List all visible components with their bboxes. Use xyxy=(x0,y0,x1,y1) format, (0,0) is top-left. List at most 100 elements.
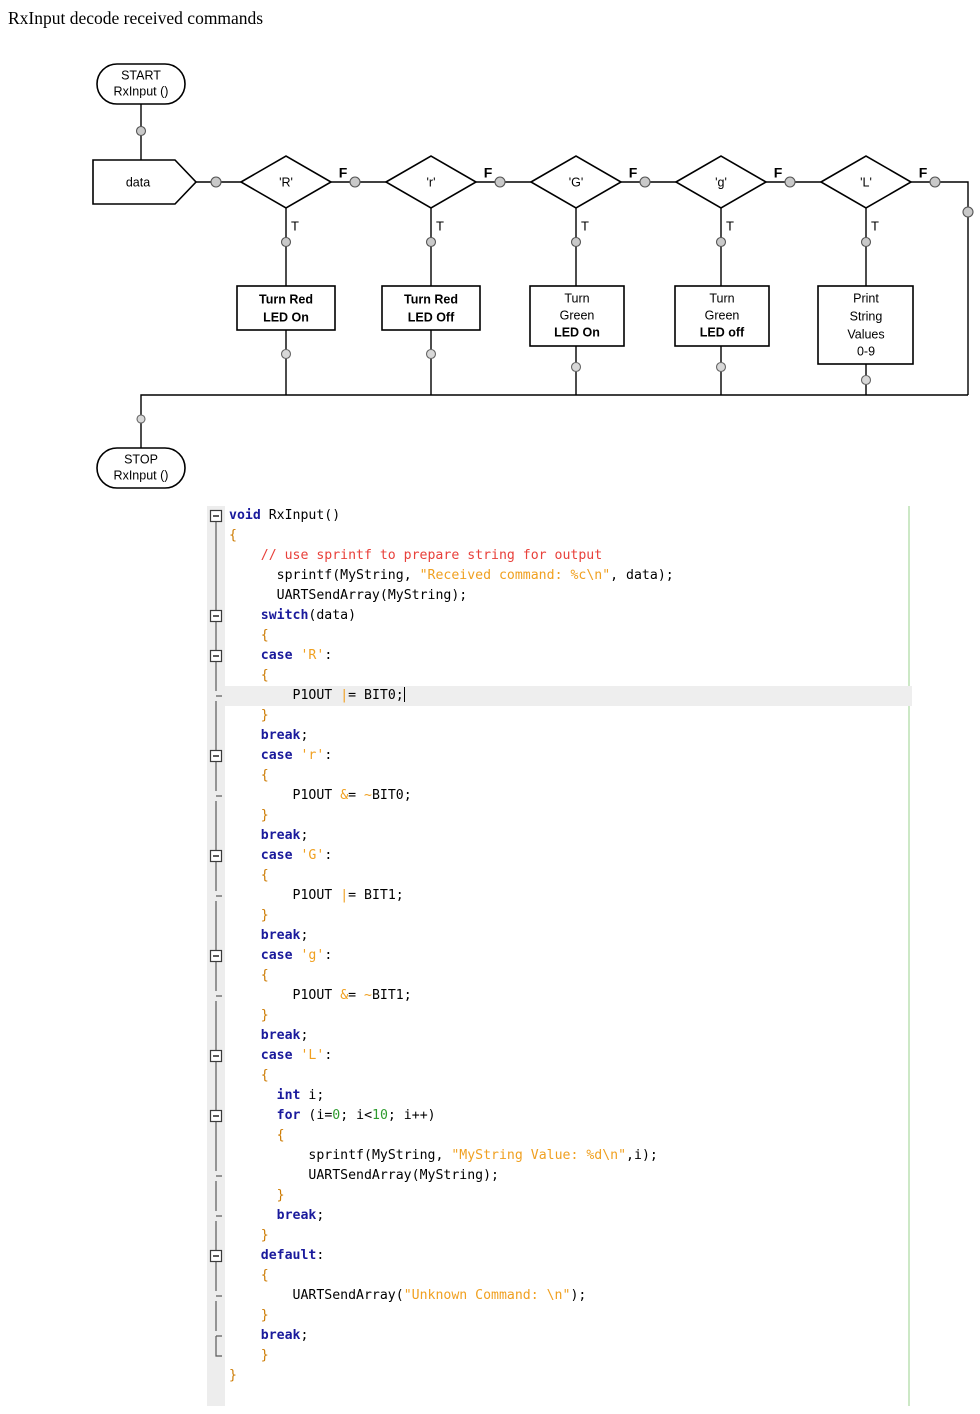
fold-spine-tail xyxy=(215,1336,222,1357)
flowchart-action-turn-red-led-on: Turn Red LED On xyxy=(236,285,336,331)
edge-label-false: F xyxy=(919,165,928,181)
code-line[interactable]: break; xyxy=(225,1206,980,1226)
code-line[interactable]: switch(data) xyxy=(225,606,980,626)
code-line[interactable]: } xyxy=(225,706,980,726)
code-line[interactable]: { xyxy=(225,526,980,546)
code-line[interactable]: case 'R': xyxy=(225,646,980,666)
edge-label-true: T xyxy=(871,218,879,233)
flowchart-action-turn-red-led-off: Turn Red LED Off xyxy=(381,285,481,331)
edge-label-false: F xyxy=(774,165,783,181)
fold-collapse-box[interactable] xyxy=(209,609,223,623)
code-line[interactable]: sprintf(MyString, "Received command: %c\… xyxy=(225,566,980,586)
code-line[interactable]: case 'r': xyxy=(225,746,980,766)
fold-collapse-box[interactable] xyxy=(209,649,223,663)
code-line[interactable]: } xyxy=(225,906,980,926)
connector-dot xyxy=(715,236,727,248)
data-node-label: data xyxy=(126,175,150,189)
code-line[interactable]: break; xyxy=(225,726,980,746)
code-line[interactable]: break; xyxy=(225,926,980,946)
flowchart-diagram: START RxInput () data 'R' F T Turn Red L… xyxy=(0,44,980,494)
code-line[interactable]: { xyxy=(225,626,980,646)
code-line[interactable]: } xyxy=(225,1366,980,1386)
connector-dot xyxy=(349,176,361,188)
code-line[interactable]: { xyxy=(225,966,980,986)
connector-dot xyxy=(425,348,437,360)
flowchart-action-print-string-values: Print String Values 0-9 xyxy=(817,285,914,365)
code-line[interactable]: UARTSendArray(MyString); xyxy=(225,586,980,606)
flowchart-decision-r: 'r' F T xyxy=(384,155,493,233)
code-line[interactable]: // use sprintf to prepare string for out… xyxy=(225,546,980,566)
edge-label-false: F xyxy=(484,165,493,181)
connector-dot xyxy=(280,236,292,248)
code-line[interactable]: } xyxy=(225,1006,980,1026)
flowchart-stop-node: STOP RxInput () xyxy=(96,447,186,489)
process-line-1: Print xyxy=(853,291,879,305)
code-line[interactable]: break; xyxy=(225,1326,980,1346)
code-line[interactable]: case 'L': xyxy=(225,1046,980,1066)
code-line[interactable]: void RxInput() xyxy=(225,506,980,526)
code-line[interactable]: case 'g': xyxy=(225,946,980,966)
flowchart-start-node: START RxInput () xyxy=(96,63,186,105)
process-line-2: LED On xyxy=(263,310,309,324)
code-line[interactable]: case 'G': xyxy=(225,846,980,866)
fold-collapse-box[interactable] xyxy=(209,949,223,963)
connector-dot xyxy=(570,361,582,373)
flowchart-canvas: START RxInput () data 'R' F T Turn Red L… xyxy=(92,63,974,489)
start-node-line1: START xyxy=(121,68,161,82)
fold-collapse-box[interactable] xyxy=(209,849,223,863)
edge-label-true: T xyxy=(436,218,444,233)
code-line[interactable]: { xyxy=(225,1066,980,1086)
code-line[interactable]: P1OUT &= ~BIT0; xyxy=(225,786,980,806)
process-line-2: Green xyxy=(560,308,595,322)
process-line-1: Turn Red xyxy=(404,292,458,306)
code-line[interactable]: { xyxy=(225,1126,980,1146)
code-line[interactable]: } xyxy=(225,1346,980,1366)
connector-dot xyxy=(135,125,147,137)
code-line[interactable]: } xyxy=(225,1306,980,1326)
process-line-1: Turn Red xyxy=(259,292,313,306)
code-text-area[interactable]: void RxInput(){ // use sprintf to prepar… xyxy=(225,506,980,1386)
code-line[interactable]: int i; xyxy=(225,1086,980,1106)
code-line[interactable]: UARTSendArray(MyString); xyxy=(225,1166,980,1186)
stop-node-line2: RxInput () xyxy=(114,468,169,482)
code-line[interactable]: break; xyxy=(225,1026,980,1046)
code-line-current[interactable]: P1OUT |= BIT0; xyxy=(225,686,912,706)
fold-collapse-box[interactable] xyxy=(209,1109,223,1123)
connector-final-false-branch xyxy=(911,181,969,395)
code-line[interactable]: P1OUT |= BIT1; xyxy=(225,886,980,906)
join-bus-line xyxy=(140,394,968,448)
connector-dot xyxy=(715,361,727,373)
process-line-2: String xyxy=(850,309,883,323)
code-line[interactable]: { xyxy=(225,866,980,886)
connector-dot xyxy=(860,236,872,248)
connector-dot xyxy=(280,348,292,360)
flowchart-decision-g: 'g' F T xyxy=(674,155,783,233)
code-line[interactable]: sprintf(MyString, "MyString Value: %d\n"… xyxy=(225,1146,980,1166)
code-line[interactable]: { xyxy=(225,766,980,786)
fold-collapse-box[interactable] xyxy=(209,509,223,523)
code-line[interactable]: UARTSendArray("Unknown Command: \n"); xyxy=(225,1286,980,1306)
code-line[interactable]: default: xyxy=(225,1246,980,1266)
flowchart-decision-L: 'L' F T xyxy=(819,155,928,233)
connector-dot xyxy=(210,176,222,188)
flowchart-decision-G: 'G' F T xyxy=(529,155,638,233)
code-line[interactable]: for (i=0; i<10; i++) xyxy=(225,1106,980,1126)
stop-node-line1: STOP xyxy=(124,452,158,466)
process-line-1: Turn xyxy=(709,291,734,305)
code-line[interactable]: P1OUT &= ~BIT1; xyxy=(225,986,980,1006)
code-line[interactable]: { xyxy=(225,666,980,686)
decision-label: 'r' xyxy=(427,175,436,189)
code-line[interactable]: } xyxy=(225,1226,980,1246)
connector-dot xyxy=(570,236,582,248)
connector-dot xyxy=(425,236,437,248)
code-line[interactable]: break; xyxy=(225,826,980,846)
page-title: RxInput decode received commands xyxy=(8,8,264,28)
code-editor[interactable]: void RxInput(){ // use sprintf to prepar… xyxy=(207,506,980,1406)
text-caret xyxy=(403,687,405,702)
fold-collapse-box[interactable] xyxy=(209,749,223,763)
fold-collapse-box[interactable] xyxy=(209,1049,223,1063)
code-line[interactable]: { xyxy=(225,1266,980,1286)
code-line[interactable]: } xyxy=(225,806,980,826)
code-line[interactable]: } xyxy=(225,1186,980,1206)
fold-collapse-box[interactable] xyxy=(209,1249,223,1263)
